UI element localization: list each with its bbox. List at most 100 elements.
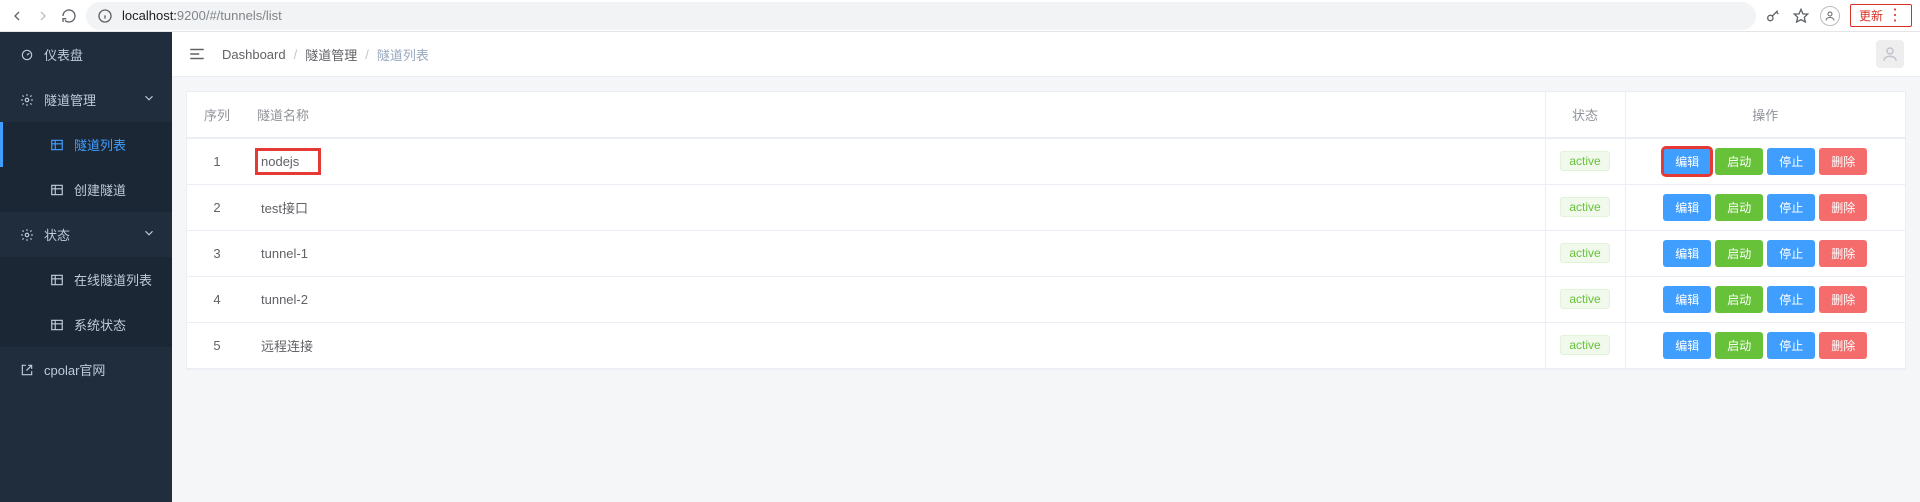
sidebar-label: cpolar官网 xyxy=(44,360,105,379)
table-row: 4 tunnel-2 active 编辑启动停止删除 xyxy=(187,276,1905,322)
start-button[interactable]: 启动 xyxy=(1715,332,1763,359)
breadcrumb-sep: / xyxy=(365,47,369,62)
sidebar: 仪表盘 隧道管理 隧道列表 创建隧道 状态 在线隧道列表 系统状态 xyxy=(0,32,172,502)
sidebar-item-online-tunnel-list[interactable]: 在线隧道列表 xyxy=(0,257,172,302)
table-icon xyxy=(50,273,64,287)
gear-icon xyxy=(20,93,34,107)
table-row: 2 test接口 active 编辑启动停止删除 xyxy=(187,184,1905,230)
bookmark-star-icon[interactable] xyxy=(1792,7,1810,25)
edit-button[interactable]: 编辑 xyxy=(1663,240,1711,267)
sidebar-label: 状态 xyxy=(44,225,70,244)
cell-status: active xyxy=(1545,276,1625,322)
edit-button[interactable]: 编辑 xyxy=(1663,194,1711,221)
stop-button[interactable]: 停止 xyxy=(1767,194,1815,221)
cell-actions: 编辑启动停止删除 xyxy=(1625,138,1905,184)
tunnel-name: tunnel-2 xyxy=(257,288,328,311)
delete-button[interactable]: 删除 xyxy=(1819,332,1867,359)
sidebar-label: 创建隧道 xyxy=(74,180,126,199)
th-status: 状态 xyxy=(1545,92,1625,138)
dashboard-icon xyxy=(20,48,34,62)
tunnel-name: 远程连接 xyxy=(257,332,333,359)
sidebar-item-dashboard[interactable]: 仪表盘 xyxy=(0,32,172,77)
delete-button[interactable]: 删除 xyxy=(1819,148,1867,175)
cell-name: tunnel-1 xyxy=(247,230,1545,276)
table-row: 3tunnel-1active编辑启动停止删除 xyxy=(187,230,1905,276)
start-button[interactable]: 启动 xyxy=(1715,148,1763,175)
status-badge: active xyxy=(1560,151,1609,171)
th-actions: 操作 xyxy=(1625,92,1905,138)
chevron-down-icon xyxy=(142,91,156,108)
profile-avatar-icon[interactable] xyxy=(1820,6,1840,26)
edit-button[interactable]: 编辑 xyxy=(1663,148,1711,175)
address-bar[interactable]: localhost:9200/#/tunnels/list xyxy=(86,2,1756,30)
stop-button[interactable]: 停止 xyxy=(1767,332,1815,359)
key-icon[interactable] xyxy=(1764,7,1782,25)
browser-update-button[interactable]: 更新 ⋮ xyxy=(1850,4,1912,27)
stop-button[interactable]: 停止 xyxy=(1767,148,1815,175)
update-label: 更新 xyxy=(1859,7,1883,24)
status-badge: active xyxy=(1560,243,1609,263)
breadcrumb-dashboard[interactable]: Dashboard xyxy=(222,47,286,62)
delete-button[interactable]: 删除 xyxy=(1819,194,1867,221)
cell-actions: 编辑启动停止删除 xyxy=(1625,230,1905,276)
sidebar-label: 隧道管理 xyxy=(44,90,96,109)
status-badge: active xyxy=(1560,197,1609,217)
stop-button[interactable]: 停止 xyxy=(1767,240,1815,267)
breadcrumb-tunnel-mgmt[interactable]: 隧道管理 xyxy=(305,45,357,64)
edit-button[interactable]: 编辑 xyxy=(1663,286,1711,313)
delete-button[interactable]: 删除 xyxy=(1819,286,1867,313)
cell-index: 4 xyxy=(187,276,247,322)
edit-button[interactable]: 编辑 xyxy=(1663,332,1711,359)
stop-button[interactable]: 停止 xyxy=(1767,286,1815,313)
table-icon xyxy=(50,138,64,152)
cell-actions: 编辑启动停止删除 xyxy=(1625,276,1905,322)
cell-name: test接口 xyxy=(247,184,1545,230)
sidebar-label: 隧道列表 xyxy=(74,135,126,154)
table-icon xyxy=(50,183,64,197)
th-index: 序列 xyxy=(187,92,247,138)
user-avatar[interactable] xyxy=(1876,40,1904,68)
status-badge: active xyxy=(1560,289,1609,309)
cell-status: active xyxy=(1545,322,1625,368)
browser-toolbar: localhost:9200/#/tunnels/list 更新 ⋮ xyxy=(0,0,1920,32)
tunnel-name: tunnel-1 xyxy=(257,242,328,265)
sidebar-item-tunnel-list[interactable]: 隧道列表 xyxy=(0,122,172,167)
cell-name: tunnel-2 xyxy=(247,276,1545,322)
breadcrumb: Dashboard / 隧道管理 / 隧道列表 xyxy=(222,45,429,64)
sidebar-item-cpolar-site[interactable]: cpolar官网 xyxy=(0,347,172,392)
breadcrumb-sep: / xyxy=(294,47,298,62)
sidebar-item-system-status[interactable]: 系统状态 xyxy=(0,302,172,347)
cell-index: 1 xyxy=(187,138,247,184)
start-button[interactable]: 启动 xyxy=(1715,240,1763,267)
sidebar-group-status[interactable]: 状态 xyxy=(0,212,172,257)
start-button[interactable]: 启动 xyxy=(1715,286,1763,313)
th-name: 隧道名称 xyxy=(247,92,1545,138)
tunnel-table-panel: 序列 隧道名称 状态 操作 1nodejsactive编辑启动停止删除2test… xyxy=(186,91,1906,370)
breadcrumb-current: 隧道列表 xyxy=(377,45,429,64)
cell-index: 2 xyxy=(187,184,247,230)
start-button[interactable]: 启动 xyxy=(1715,194,1763,221)
external-link-icon xyxy=(20,363,34,377)
chevron-down-icon xyxy=(142,226,156,243)
delete-button[interactable]: 删除 xyxy=(1819,240,1867,267)
sidebar-item-create-tunnel[interactable]: 创建隧道 xyxy=(0,167,172,212)
cell-status: active xyxy=(1545,138,1625,184)
cell-name: nodejs xyxy=(247,138,1545,184)
gear-icon xyxy=(20,228,34,242)
site-info-icon[interactable] xyxy=(96,7,114,25)
main-area: Dashboard / 隧道管理 / 隧道列表 序列 隧道名称 状态 操作 xyxy=(172,32,1920,502)
table-icon xyxy=(50,318,64,332)
tunnel-table: 序列 隧道名称 状态 操作 1nodejsactive编辑启动停止删除2test… xyxy=(187,92,1905,369)
browser-forward-button[interactable] xyxy=(34,7,52,25)
hamburger-icon[interactable] xyxy=(188,45,206,63)
sidebar-group-tunnel-mgmt[interactable]: 隧道管理 xyxy=(0,77,172,122)
address-path: 9200/#/tunnels/list xyxy=(177,8,282,23)
browser-back-button[interactable] xyxy=(8,7,26,25)
tunnel-name: nodejs xyxy=(257,150,319,173)
status-badge: active xyxy=(1560,335,1609,355)
tunnel-name: test接口 xyxy=(257,194,328,221)
cell-actions: 编辑启动停止删除 xyxy=(1625,184,1905,230)
sidebar-label: 仪表盘 xyxy=(44,45,83,64)
browser-reload-button[interactable] xyxy=(60,7,78,25)
table-row: 5远程连接active编辑启动停止删除 xyxy=(187,322,1905,368)
